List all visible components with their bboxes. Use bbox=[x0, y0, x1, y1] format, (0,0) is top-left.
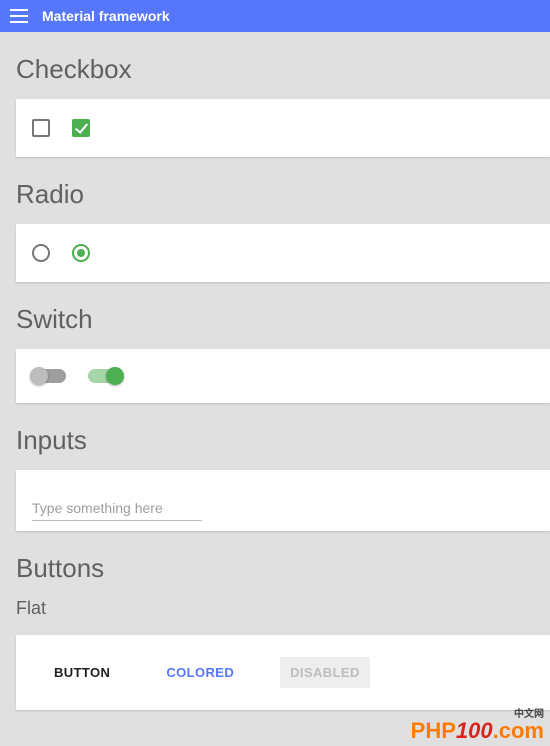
switch-card bbox=[16, 349, 550, 403]
switch-knob bbox=[106, 367, 124, 385]
inputs-card bbox=[16, 470, 550, 531]
checkbox-unchecked[interactable] bbox=[32, 119, 50, 137]
checkbox-card bbox=[16, 99, 550, 157]
section-title-checkbox: Checkbox bbox=[16, 54, 550, 85]
watermark-num: 100 bbox=[456, 718, 493, 743]
section-title-radio: Radio bbox=[16, 179, 550, 210]
flat-buttons-card: BUTTON COLORED DISABLED bbox=[16, 635, 550, 710]
flat-button-colored[interactable]: COLORED bbox=[156, 657, 244, 688]
section-title-switch: Switch bbox=[16, 304, 550, 335]
watermark-php: PHP bbox=[411, 718, 456, 743]
watermark: 中文网 PHP100.com bbox=[411, 710, 544, 742]
section-title-inputs: Inputs bbox=[16, 425, 550, 456]
switch-knob bbox=[30, 367, 48, 385]
checkbox-checked[interactable] bbox=[72, 119, 90, 137]
section-title-buttons: Buttons bbox=[16, 553, 550, 584]
radio-card bbox=[16, 224, 550, 282]
appbar-title: Material framework bbox=[42, 8, 170, 24]
flat-button-disabled: DISABLED bbox=[280, 657, 370, 688]
app-bar: Material framework bbox=[0, 0, 550, 32]
text-input[interactable] bbox=[32, 496, 202, 521]
menu-icon[interactable] bbox=[10, 9, 28, 23]
radio-unselected[interactable] bbox=[32, 244, 50, 262]
switch-on[interactable] bbox=[88, 369, 122, 383]
subsection-title-flat: Flat bbox=[16, 598, 550, 619]
switch-off[interactable] bbox=[32, 369, 66, 383]
flat-button-default[interactable]: BUTTON bbox=[44, 657, 120, 688]
radio-selected[interactable] bbox=[72, 244, 90, 262]
watermark-com: .com bbox=[493, 718, 544, 743]
